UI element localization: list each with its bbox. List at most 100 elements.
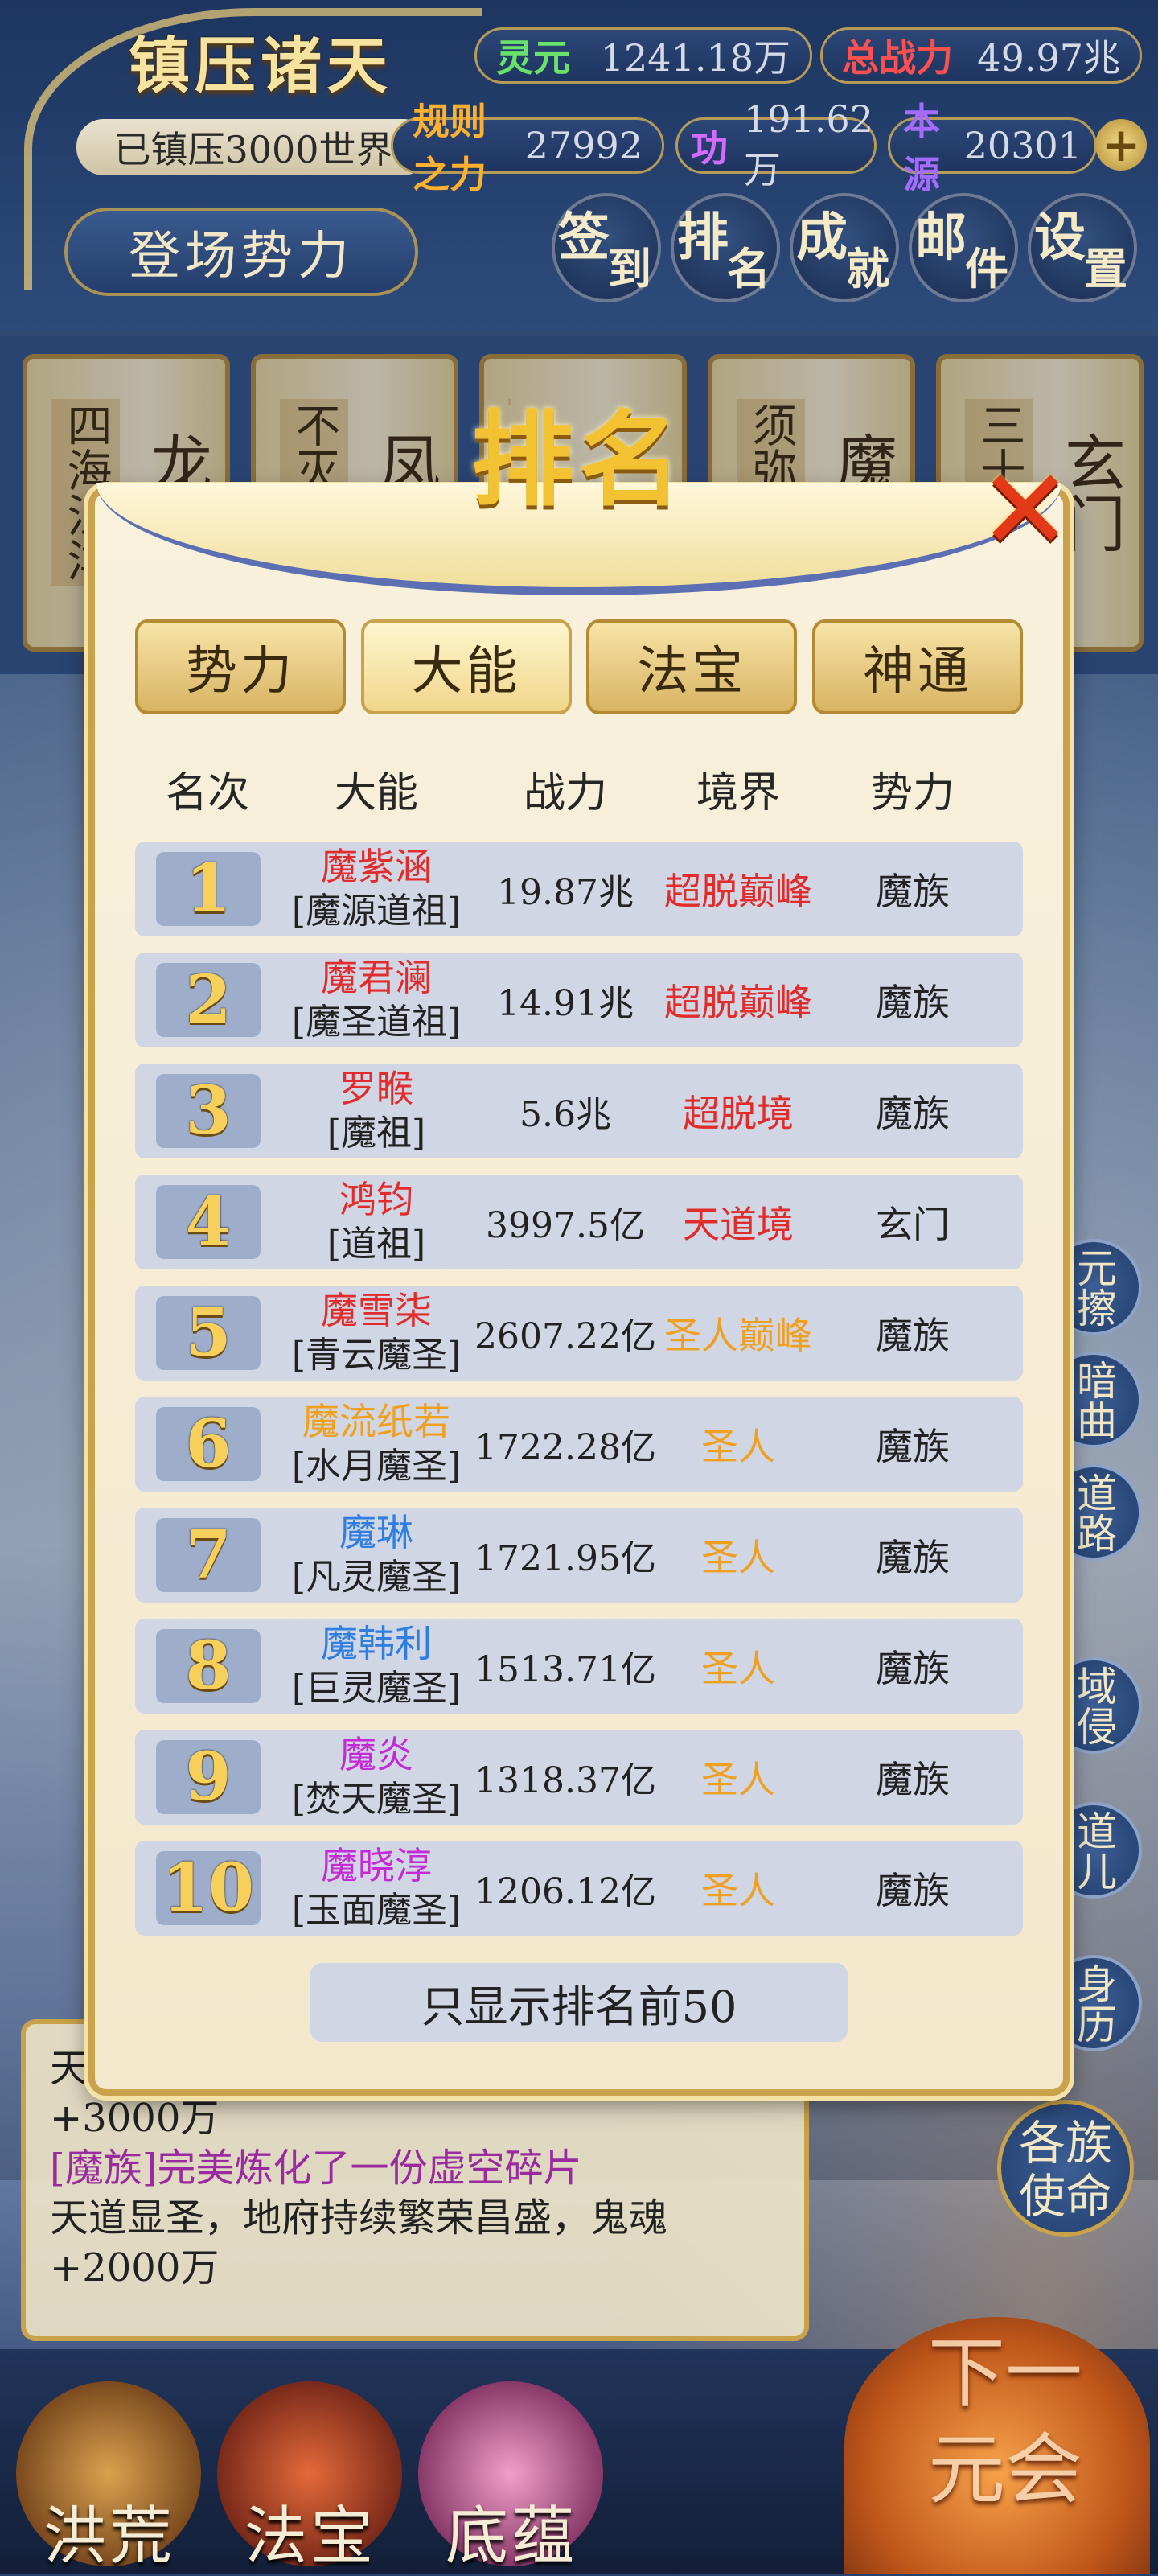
ranking-rows: 1 魔紫涵 [魔源道祖] 19.87兆 超脱巅峰 魔族 2 魔君澜 [魔圣道祖]…: [135, 842, 1023, 1952]
powerhouse-name: 魔韩利: [321, 1622, 432, 1665]
header-name: 大能: [334, 768, 418, 817]
power-value: 3997.5亿: [486, 1205, 645, 1246]
rank-badge: 9: [156, 1739, 261, 1816]
ranking-row[interactable]: 1 魔紫涵 [魔源道祖] 19.87兆 超脱巅峰 魔族: [135, 842, 1023, 936]
tab-powerhouse[interactable]: 大能: [360, 619, 572, 714]
power-value: 1722.28亿: [474, 1427, 656, 1468]
realm-value: 圣人: [701, 1425, 775, 1468]
realm-value: 圣人: [701, 1758, 775, 1801]
power-value: 1721.95亿: [474, 1538, 656, 1579]
ranking-button[interactable]: 排 名: [671, 193, 780, 302]
ranking-row[interactable]: 8 魔韩利 [巨灵魔圣] 1513.71亿 圣人 魔族: [135, 1619, 1023, 1714]
realm-value: 圣人: [701, 1536, 775, 1579]
name-cell: 鸿钧 [道祖]: [280, 1177, 473, 1267]
powerhouse-title: [玉面魔圣]: [291, 1890, 462, 1931]
name-cell: 罗睺 [魔祖]: [280, 1066, 473, 1156]
power-value: 19.87兆: [497, 872, 634, 913]
powerhouse-name: 魔流纸若: [302, 1400, 450, 1443]
resource-merit[interactable]: 功 191.62万: [676, 97, 877, 191]
powerhouse-title: [巨灵魔圣]: [291, 1668, 462, 1709]
rank-badge: 7: [156, 1516, 261, 1594]
name-cell: 魔君澜 [魔圣道祖]: [280, 955, 473, 1045]
name-cell: 魔炎 [焚天魔圣]: [280, 1732, 473, 1822]
resource-label: 总战力: [842, 36, 953, 80]
faction-entry-button[interactable]: 登场势力: [64, 208, 418, 296]
ranking-row[interactable]: 10 魔晓淳 [玉面魔圣] 1206.12亿 圣人 魔族: [135, 1841, 1023, 1936]
power-value: 14.91兆: [497, 983, 634, 1024]
faction-value: 魔族: [876, 1314, 950, 1357]
header-rank: 名次: [165, 768, 249, 817]
rank-badge: 5: [156, 1294, 261, 1372]
header-power: 战力: [523, 768, 607, 817]
faction-value: 魔族: [876, 981, 950, 1024]
nav-char: 签: [558, 208, 610, 268]
resource-label: 灵元: [496, 36, 570, 80]
powerhouse-name: 鸿钧: [339, 1178, 413, 1221]
resource-origin[interactable]: 本源 20301: [888, 100, 1097, 196]
ranking-row[interactable]: 5 魔雪柒 [青云魔圣] 2607.22亿 圣人巅峰 魔族: [135, 1286, 1023, 1381]
faction-value: 魔族: [876, 1869, 950, 1912]
faction-value: 魔族: [876, 1425, 950, 1468]
rank-badge: 8: [156, 1627, 261, 1705]
bottom-nav-label: 底蕴: [446, 2500, 578, 2573]
ranking-row[interactable]: 3 罗睺 [魔祖] 5.6兆 超脱境 魔族: [135, 1064, 1023, 1158]
header-realm: 境界: [696, 768, 780, 817]
power-value: 2607.22亿: [474, 1316, 656, 1357]
faction-value: 魔族: [876, 1092, 950, 1135]
bottom-nav-label: 法宝: [244, 2500, 377, 2573]
rank-badge: 3: [156, 1072, 261, 1150]
checkin-button[interactable]: 签 到: [552, 193, 661, 302]
name-cell: 魔流纸若 [水月魔圣]: [280, 1399, 473, 1489]
ranking-row[interactable]: 4 鸿钧 [道祖] 3997.5亿 天道境 玄门: [135, 1175, 1023, 1269]
realm-value: 圣人巅峰: [664, 1314, 812, 1357]
ranking-row[interactable]: 9 魔炎 [焚天魔圣] 1318.37亿 圣人 魔族: [135, 1730, 1023, 1825]
world-title: 镇压诸天: [129, 30, 392, 101]
rank-badge: 1: [156, 850, 261, 928]
ranking-row[interactable]: 7 魔琳 [凡灵魔圣] 1721.95亿 圣人 魔族: [135, 1508, 1023, 1603]
close-icon[interactable]: ✕: [977, 455, 1074, 567]
nav-char: 件: [965, 243, 1008, 294]
nav-char: 成: [796, 208, 848, 268]
rank-badge: 6: [156, 1405, 261, 1483]
resource-rule-power[interactable]: 规则之力 27992: [391, 100, 664, 196]
log-line: [魔族]完美炼化了一份虚空碎片: [50, 2146, 582, 2191]
modal-title: 排名: [470, 400, 687, 521]
ranking-tabs: 势力 大能 法宝 神通: [135, 619, 1023, 714]
ranking-table-header: 名次 大能 战力 境界 势力: [135, 748, 1023, 829]
ranking-row[interactable]: 2 魔君澜 [魔圣道祖] 14.91兆 超脱巅峰 魔族: [135, 953, 1023, 1047]
settings-button[interactable]: 设 置: [1028, 193, 1137, 302]
realm-value: 圣人: [701, 1647, 775, 1690]
ranking-row[interactable]: 6 魔流纸若 [水月魔圣] 1722.28亿 圣人 魔族: [135, 1397, 1023, 1492]
tab-divine-art[interactable]: 神通: [811, 619, 1023, 714]
powerhouse-name: 罗睺: [339, 1067, 413, 1110]
tab-faction[interactable]: 势力: [135, 619, 346, 714]
mail-button[interactable]: 邮 件: [909, 193, 1018, 302]
nav-char: 排: [677, 208, 729, 268]
powerhouse-name: 魔雪柒: [321, 1289, 432, 1332]
faction-value: 魔族: [876, 1758, 950, 1801]
nav-char: 就: [846, 243, 889, 294]
power-value: 1318.37亿: [474, 1760, 656, 1801]
add-resource-button[interactable]: +: [1095, 119, 1147, 171]
resource-lingyuan[interactable]: 灵元 1241.18万: [474, 27, 812, 84]
resource-total-power[interactable]: 总战力 49.97兆: [820, 27, 1142, 84]
rank-badge: 2: [156, 961, 261, 1039]
powerhouse-name: 魔炎: [339, 1733, 413, 1776]
clan-mission-button[interactable]: 各族使命: [997, 2100, 1134, 2237]
tab-treasure[interactable]: 法宝: [586, 619, 798, 714]
achievement-button[interactable]: 成 就: [790, 193, 899, 302]
faction-value: 魔族: [876, 870, 950, 913]
nav-char: 名: [727, 243, 770, 294]
powerhouse-title: [魔源道祖]: [291, 891, 462, 932]
top-hud: 镇压诸天 灵元 1241.18万 总战力 49.97兆 已镇压3000世界 规则…: [0, 0, 1158, 330]
faction-value: 魔族: [876, 1536, 950, 1579]
power-value: 1513.71亿: [474, 1649, 656, 1690]
resource-value: 20301: [963, 124, 1082, 167]
realm-value: 超脱巅峰: [664, 870, 812, 913]
resource-value: 49.97兆: [977, 36, 1120, 80]
nav-char: 置: [1084, 243, 1127, 294]
rank-badge: 4: [156, 1183, 261, 1261]
nav-char: 设: [1034, 208, 1086, 268]
powerhouse-name: 魔君澜: [321, 956, 432, 999]
rank-badge: 10: [156, 1850, 261, 1927]
